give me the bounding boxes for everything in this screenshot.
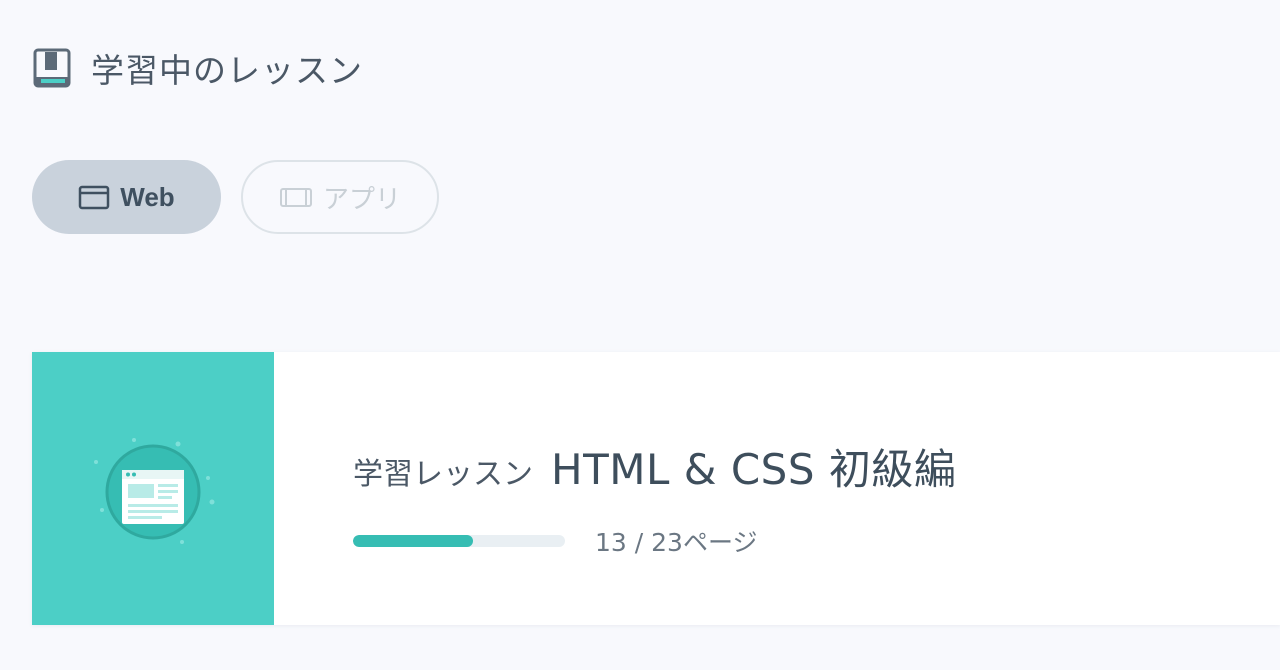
tab-app[interactable]: アプリ <box>241 160 439 234</box>
platform-tabs: Web アプリ <box>32 160 439 234</box>
tab-web-label: Web <box>120 181 175 212</box>
lesson-info: 学習レッスン HTML & CSS 初級編 13 / 23ページ <box>353 436 956 559</box>
lesson-thumbnail <box>32 352 274 625</box>
lesson-title[interactable]: HTML & CSS 初級編 <box>551 436 956 497</box>
mobile-device-icon <box>279 188 312 207</box>
web-page-illustration-icon <box>94 438 215 544</box>
section-header: 学習中のレッスン <box>33 44 363 92</box>
progress-bar <box>353 535 565 547</box>
progress-label: 13 / 23ページ <box>595 528 758 557</box>
tab-app-label: アプリ <box>322 184 401 215</box>
tab-web[interactable]: Web <box>32 160 221 234</box>
lesson-card[interactable]: 学習レッスン HTML & CSS 初級編 13 / 23ページ <box>32 352 1280 625</box>
browser-window-icon <box>79 185 110 210</box>
lesson-prefix: 学習レッスン <box>353 457 533 492</box>
book-icon <box>33 48 71 88</box>
progress-bar-fill <box>353 535 473 547</box>
section-title: 学習中のレッスン <box>91 51 363 90</box>
lesson-progress: 13 / 23ページ <box>353 523 956 559</box>
